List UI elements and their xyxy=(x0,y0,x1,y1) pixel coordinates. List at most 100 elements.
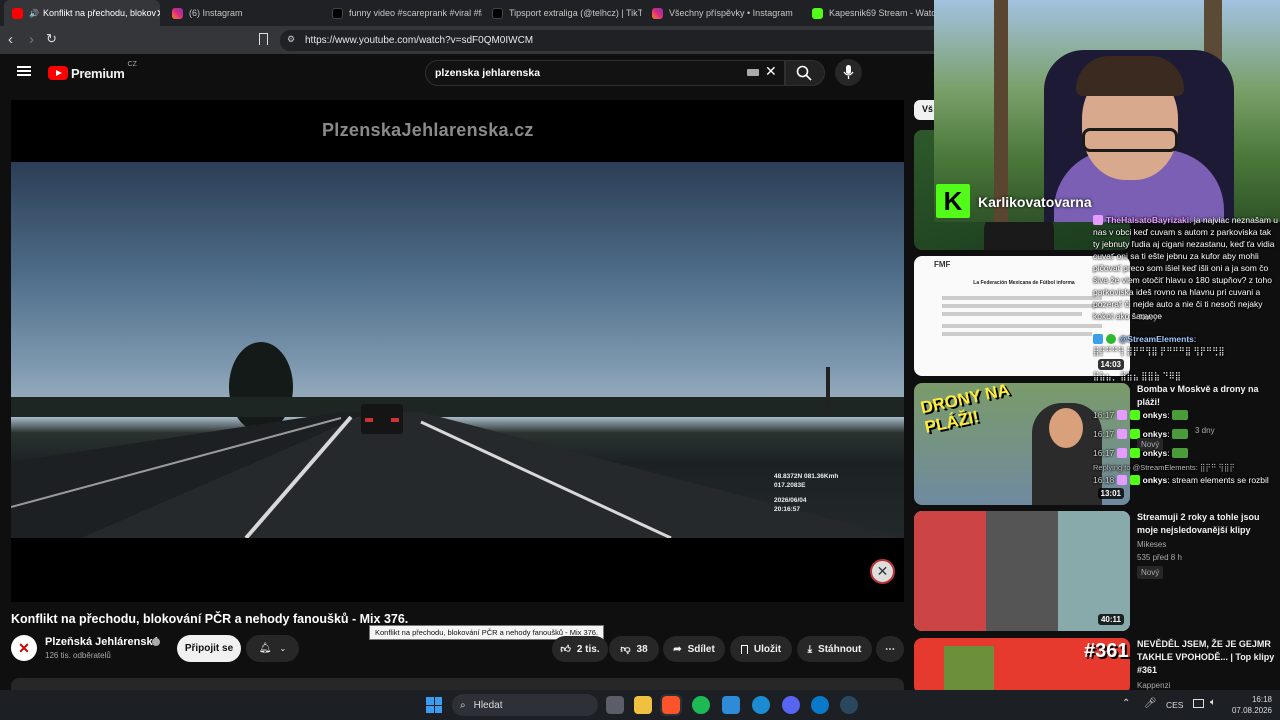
filter-chip[interactable]: Vš xyxy=(914,100,936,120)
join-label: Připojit se xyxy=(184,643,234,654)
tab-label: Konflikt na přechodu, blokov xyxy=(42,8,157,18)
chat-message: 16:17 onkys: xyxy=(1093,447,1278,459)
more-icon: ⋯ xyxy=(885,643,895,655)
subscriber-count: 126 tis. odběratelů xyxy=(45,651,111,660)
kick-icon xyxy=(812,7,823,19)
save-icon xyxy=(740,644,748,654)
like-button[interactable]: 👍︎ 2 tis. xyxy=(552,636,608,662)
dislike-button[interactable]: 👎︎ 38 xyxy=(609,636,659,662)
forward-icon[interactable]: › xyxy=(29,31,34,48)
steam-icon[interactable] xyxy=(840,696,858,714)
notifications-button[interactable]: 🔔︎ ⌄ xyxy=(246,635,299,662)
video-title: Konflikt na přechodu, blokování PČR a ne… xyxy=(11,612,409,626)
video-duration: 14:03 xyxy=(1097,359,1124,370)
discord-icon[interactable] xyxy=(782,696,800,714)
bookmark-icon[interactable] xyxy=(259,33,268,45)
clear-search-icon[interactable]: ✕ xyxy=(765,63,777,80)
close-overlay-button[interactable]: ✕ xyxy=(870,559,895,584)
share-button[interactable]: ➦ Sdílet xyxy=(663,636,725,662)
thumb-heading: La Federación Mexicana de Fútbol informa xyxy=(973,280,1075,286)
video-duration: 13:01 xyxy=(1097,488,1124,499)
chat-message: 16:18 onkys: stream elements se rozbil xyxy=(1093,475,1269,485)
tab-label: (6) Instagram xyxy=(189,8,243,18)
recommended-title-4[interactable]: Streamuji 2 roky a tohle jsou moje nejsl… xyxy=(1137,511,1277,537)
youtube-logo[interactable]: Premium CZ xyxy=(48,61,137,81)
logo-text: Premium xyxy=(71,65,125,81)
volume-icon[interactable]: 🔈︎ xyxy=(1210,697,1216,708)
instagram-icon xyxy=(172,7,183,19)
tab-youtube[interactable]: 🔊 Konflikt na přechodu, blokov ✕ xyxy=(4,0,160,26)
ccleaner-icon[interactable] xyxy=(752,696,770,714)
language-indicator[interactable]: CES xyxy=(1166,700,1183,710)
channel-name[interactable]: Plzeňská Jehlárenská xyxy=(45,636,159,648)
download-icon: ⤓ xyxy=(807,643,813,655)
recommended-channel-5[interactable]: Kappenzi xyxy=(1137,681,1170,690)
download-button[interactable]: ⤓ Stáhnout xyxy=(797,636,872,662)
thumbs-down-icon: 👎︎ xyxy=(620,644,631,655)
chip-label: Vš xyxy=(922,104,934,114)
channel-avatar[interactable]: ✕ xyxy=(11,635,37,661)
clock[interactable]: 16:18 07.08.2026 xyxy=(1226,694,1272,716)
spotify-icon[interactable] xyxy=(692,696,710,714)
youtube-play-icon xyxy=(48,66,68,80)
gps-coords-2: 017.2083E xyxy=(774,482,806,489)
video-player[interactable]: PlzenskaJehlarenska.cz 48.8372N 081.36Km… xyxy=(11,100,904,602)
pepe-emote xyxy=(1171,448,1188,458)
more-actions-button[interactable]: ⋯ xyxy=(876,636,904,662)
close-tab-icon[interactable]: ✕ xyxy=(156,7,160,20)
brave-browser-icon[interactable] xyxy=(660,694,682,716)
kick-logo: K xyxy=(936,184,970,218)
recommended-title-5[interactable]: NEVĚDĚL JSEM, ŽE JE GEJMR TAKHLE VPOHODĚ… xyxy=(1137,638,1277,677)
gps-overlay: 48.8372N 081.36Kmh 017.2083E 2026/06/04 … xyxy=(774,472,838,514)
save-button[interactable]: Uložit xyxy=(730,636,792,662)
taskbar-search[interactable]: ⌕ Hledat xyxy=(452,694,598,716)
tab-kick[interactable]: Kapesnik69 Stream - Watch xyxy=(804,0,938,26)
recommended-thumb-4[interactable]: 40:11 xyxy=(914,511,1130,631)
tab-tiktok-video[interactable]: funny video #scareprank #viral #fai xyxy=(324,0,482,26)
check-icon xyxy=(1106,334,1116,344)
overlay-time: 20:16:57 xyxy=(774,506,801,513)
menu-icon-mid xyxy=(17,70,31,72)
mic-tray-icon[interactable]: 🎤︎ xyxy=(1144,698,1157,709)
chevron-down-icon: ⌄ xyxy=(279,644,287,653)
youtube-icon xyxy=(12,7,23,19)
tray-chevron-icon[interactable]: ⌃ xyxy=(1122,698,1130,709)
tiktok-icon xyxy=(332,7,343,19)
logo-country: CZ xyxy=(127,61,137,68)
chat-message: 16:17 onkys: xyxy=(1093,428,1278,440)
keyboard-icon[interactable] xyxy=(747,69,759,76)
task-view-icon[interactable] xyxy=(606,696,624,714)
site-info-icon[interactable]: ⚙ xyxy=(287,34,295,45)
clock-date: 07.08.2026 xyxy=(1231,706,1272,715)
recommended-channel-4[interactable]: Mikeses xyxy=(1137,540,1166,549)
join-button[interactable]: Připojit se xyxy=(177,635,241,662)
video-watermark: PlzenskaJehlarenska.cz xyxy=(322,120,534,140)
monitor-icon[interactable] xyxy=(1193,699,1204,708)
tab-instagram-posts[interactable]: Všechny příspěvky • Instagram xyxy=(644,0,802,26)
recommended-title-3[interactable]: Bomba v Moskvě a drony na pláži! xyxy=(1137,383,1277,409)
search-input[interactable]: plzenska jehlarenska xyxy=(435,67,540,79)
search-icon: ⌕ xyxy=(460,699,466,711)
bell-icon: 🔔︎ xyxy=(258,643,272,654)
taskbar-search-label: Hledat xyxy=(473,699,503,711)
start-button[interactable] xyxy=(426,697,442,713)
reload-icon[interactable]: ↻ xyxy=(46,31,57,47)
file-explorer-icon[interactable] xyxy=(634,696,652,714)
tab-instagram[interactable]: (6) Instagram xyxy=(164,0,322,26)
overlay-date: 2026/06/04 xyxy=(774,497,807,504)
recommended-thumb-5[interactable]: #361 xyxy=(914,638,1130,694)
new-badge: Nový xyxy=(1137,566,1164,579)
road-scene xyxy=(11,342,904,538)
pen-tool-icon[interactable] xyxy=(722,696,740,714)
share-label: Sdílet xyxy=(687,643,715,655)
url-text[interactable]: https://www.youtube.com/watch?v=sdF0QM0I… xyxy=(305,35,533,46)
recommended-thumb-3[interactable]: DRONY NA PLÁŽI! 13:01 xyxy=(914,383,1130,505)
recommended-meta-2: Nový xyxy=(1139,313,1158,322)
chat-message: 16:17 onkys: xyxy=(1093,409,1278,421)
tab-label: Všechny příspěvky • Instagram xyxy=(669,8,793,18)
tab-tiktok-extraliga[interactable]: Tipsport extraliga (@telhcz) | TikTok xyxy=(484,0,642,26)
share-icon: ➦ xyxy=(673,643,682,655)
back-icon[interactable]: ‹ xyxy=(8,31,13,48)
video-duration: 40:11 xyxy=(1097,614,1124,625)
ccleaner-2-icon[interactable] xyxy=(811,696,829,714)
